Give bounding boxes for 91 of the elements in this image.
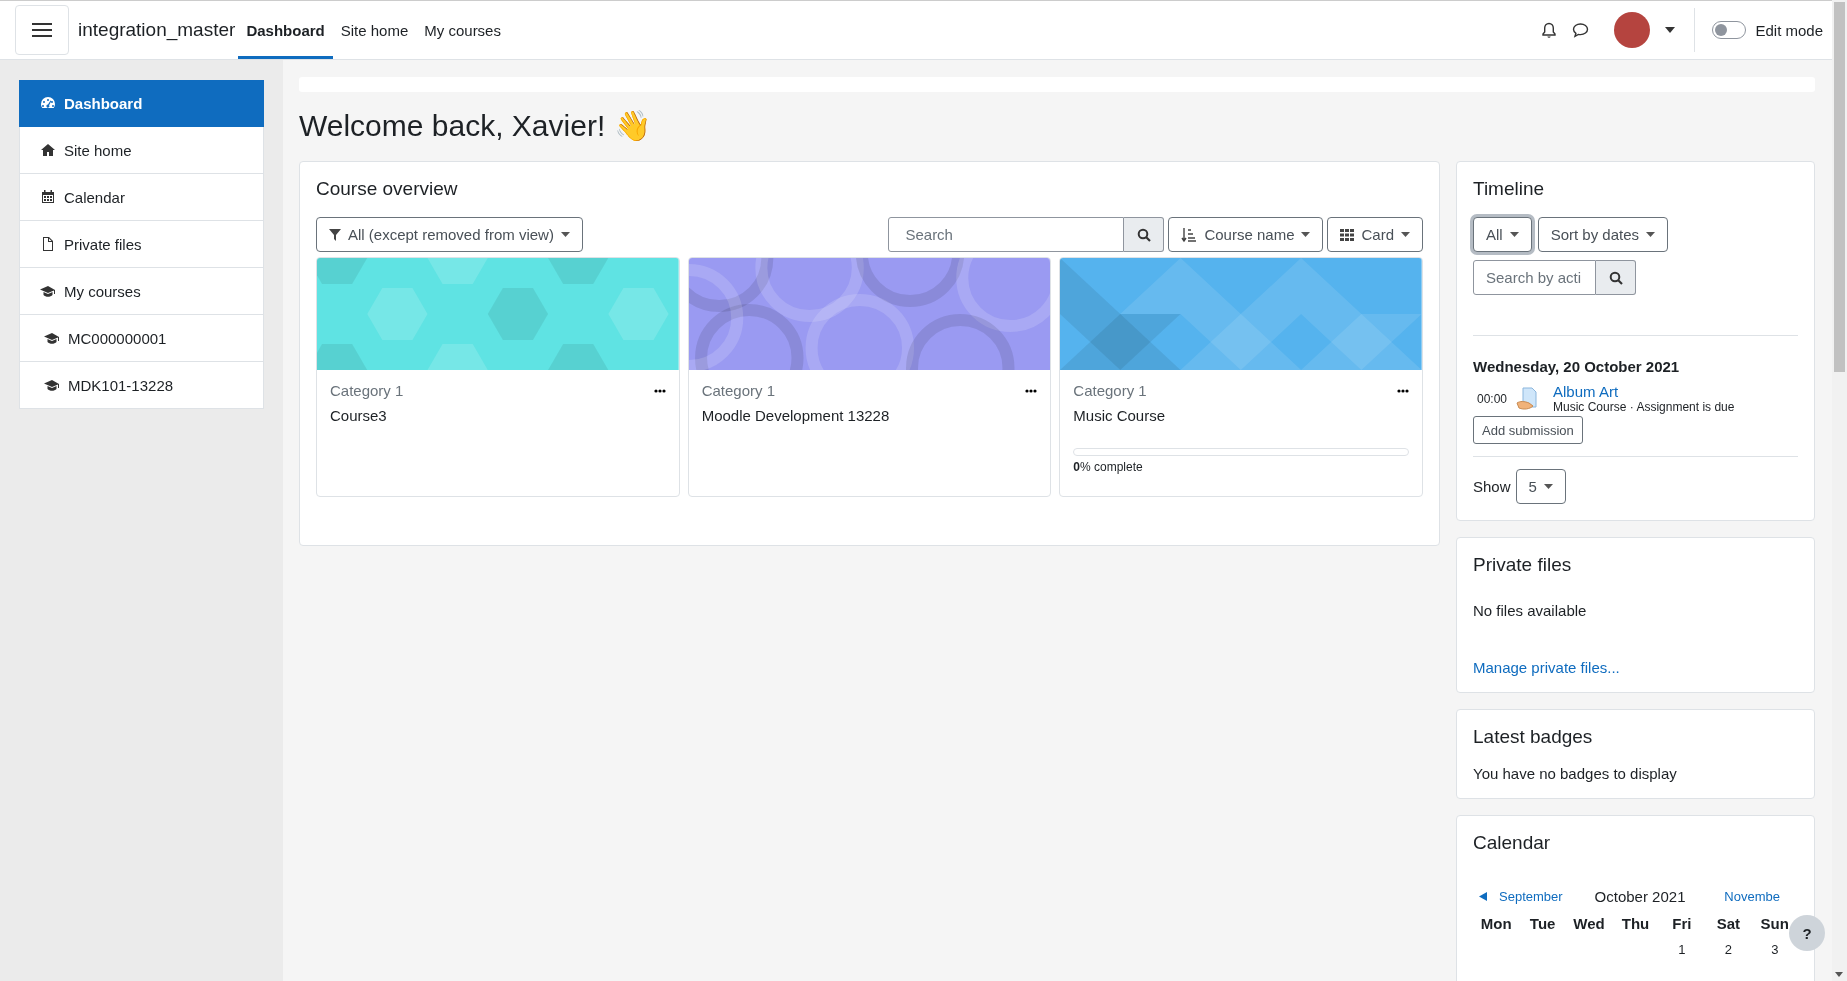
calendar-day[interactable]: 1 — [1678, 942, 1686, 957]
course-name-link[interactable]: Moodle Development 13228 — [701, 407, 1038, 424]
filter-dropdown[interactable]: All — [1473, 217, 1532, 252]
graduation-cap-icon — [40, 283, 56, 299]
edit-mode-label: Edit mode — [1755, 21, 1823, 39]
help-button[interactable]: ? — [1789, 915, 1825, 951]
sidebar-item[interactable]: MC000000001 — [19, 315, 264, 362]
scrollbar[interactable] — [1832, 0, 1847, 981]
weekday-header: Thu — [1620, 915, 1651, 932]
course-category: Category 1 — [1073, 382, 1147, 399]
chat-bubble-icon[interactable] — [1572, 22, 1590, 38]
course-card[interactable]: Category 1 Music Course 0% complete — [1059, 257, 1423, 497]
add-submission-button[interactable]: Add submission — [1473, 416, 1583, 444]
caret-icon — [1509, 232, 1519, 237]
sidebar-item[interactable]: My courses — [19, 268, 264, 315]
sidebar-item[interactable]: Site home — [19, 127, 264, 174]
course-card[interactable]: Category 1 Moodle Development 13228 — [687, 257, 1052, 497]
menu-button[interactable] — [15, 5, 69, 55]
next-month-link[interactable]: Novembe — [1724, 889, 1780, 904]
previous-month-link[interactable]: September — [1479, 889, 1563, 904]
card-title: Course overview — [316, 178, 459, 200]
site-name[interactable]: integration_master — [78, 19, 236, 41]
caret-icon[interactable] — [1665, 27, 1676, 33]
sort-dropdown[interactable]: Sort by dates — [1537, 217, 1669, 252]
search-button[interactable] — [1124, 217, 1165, 252]
activity-search-field[interactable]: Search by acti — [1473, 260, 1596, 295]
gauge-icon — [40, 95, 56, 111]
caret-icon — [1543, 484, 1553, 489]
more-options-icon[interactable] — [1397, 388, 1409, 393]
show-label: Show — [1473, 478, 1511, 495]
card-title: Latest badges — [1473, 726, 1594, 748]
graduation-cap-icon — [44, 330, 60, 346]
search-button[interactable] — [1596, 260, 1636, 295]
calendar-day[interactable]: 2 — [1724, 942, 1732, 957]
more-options-icon[interactable] — [1025, 388, 1038, 393]
sort-dropdown[interactable]: Course name — [1168, 217, 1324, 252]
weekday-header: Tue — [1528, 915, 1557, 932]
caret-icon — [560, 232, 570, 237]
calendar-day[interactable]: 3 — [1771, 942, 1779, 957]
card-title: Private files — [1473, 554, 1573, 576]
house-icon — [40, 142, 56, 158]
event-time: 00:00 — [1477, 391, 1508, 406]
search-icon — [1608, 270, 1623, 285]
course-category: Category 1 — [701, 382, 776, 399]
filter-dropdown[interactable]: All (except removed from view) — [316, 217, 583, 252]
timeline-date: Wednesday, 20 October 2021 — [1473, 358, 1681, 375]
course-name-link[interactable]: Music Course — [1073, 407, 1409, 424]
scroll-down-arrow-icon[interactable] — [1835, 972, 1843, 977]
left-arrow-icon — [1479, 892, 1487, 901]
course-name-link[interactable]: Course3 — [330, 407, 666, 424]
sidebar-item[interactable]: Private files — [19, 221, 264, 268]
file-icon — [40, 236, 56, 252]
event-link[interactable]: Album Art — [1553, 383, 1735, 400]
weekday-header: Sun — [1759, 915, 1790, 932]
weekday-header: Wed — [1572, 915, 1606, 932]
course-search-field[interactable]: Search — [888, 217, 1125, 252]
edit-mode-toggle[interactable] — [1712, 21, 1747, 39]
nav-link[interactable]: Site home — [332, 4, 417, 59]
sidebar-item[interactable]: MDK101-13228 — [19, 362, 264, 409]
card-title: Timeline — [1473, 178, 1546, 200]
caret-icon — [1301, 232, 1311, 237]
caret-icon — [1401, 232, 1410, 237]
manage-files-link[interactable]: Manage private files... — [1473, 659, 1620, 676]
empty-message: You have no badges to display — [1473, 765, 1678, 782]
weekday-header: Sat — [1715, 915, 1741, 932]
grid-icon — [1340, 228, 1355, 241]
sort-icon — [1181, 226, 1198, 243]
sidebar-item[interactable]: Dashboard — [19, 80, 264, 127]
more-options-icon[interactable] — [653, 388, 666, 393]
progress-text: 0% complete — [1073, 460, 1144, 474]
weekday-header: Mon — [1479, 915, 1513, 932]
course-category: Category 1 — [330, 382, 404, 399]
sidebar-item[interactable]: Calendar — [19, 174, 264, 221]
caret-icon — [1646, 232, 1656, 237]
event-detail: Music Course · Assignment is due — [1553, 400, 1735, 414]
page-heading: Welcome back, Xavier! 👋 — [299, 108, 652, 143]
empty-message: No files available — [1473, 602, 1588, 619]
course-card[interactable]: Category 1 Course3 — [316, 257, 680, 497]
notification-bell-icon[interactable] — [1541, 21, 1558, 39]
card-title: Calendar — [1473, 832, 1552, 854]
filter-icon — [329, 228, 341, 241]
search-icon — [1136, 227, 1151, 242]
graduation-cap-icon — [44, 377, 60, 393]
current-month: October 2021 — [1594, 888, 1686, 905]
calendar-icon — [40, 189, 56, 205]
weekday-header: Fri — [1671, 915, 1693, 932]
menu-icon — [32, 22, 52, 38]
user-avatar[interactable] — [1614, 12, 1651, 48]
nav-link[interactable]: My courses — [416, 4, 509, 59]
page-size-dropdown[interactable]: 5 — [1515, 469, 1566, 504]
view-dropdown[interactable]: Card — [1327, 217, 1423, 252]
